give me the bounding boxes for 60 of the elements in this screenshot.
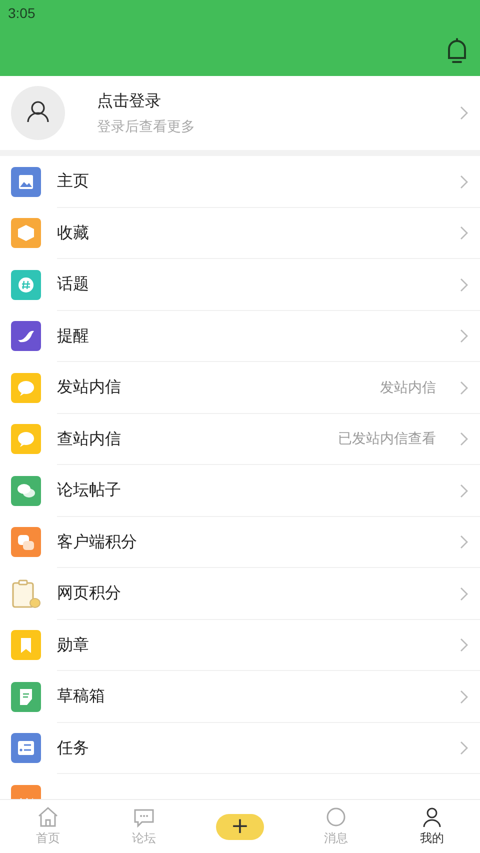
chevron-icon bbox=[460, 226, 468, 240]
chevron-icon bbox=[460, 380, 468, 395]
chevron-icon bbox=[460, 278, 468, 292]
checklist-icon bbox=[11, 733, 41, 764]
menu-label: 客户端积分 bbox=[57, 532, 138, 553]
chat-bubble-icon bbox=[11, 372, 41, 403]
menu-item[interactable]: 草稿箱 bbox=[0, 671, 480, 722]
hashtag-bubble-icon bbox=[11, 270, 41, 300]
menu-item[interactable]: 查站内信 已发站内信查看 bbox=[0, 414, 480, 465]
chevron-icon bbox=[460, 690, 468, 704]
menu-item[interactable]: 收藏 bbox=[0, 208, 480, 259]
menu-item[interactable]: 提醒 bbox=[0, 310, 480, 362]
menu-item[interactable]: 客户端积分 bbox=[0, 516, 480, 568]
bell-icon[interactable] bbox=[446, 38, 468, 64]
chevron-icon bbox=[460, 535, 468, 550]
status-time: 3:05 bbox=[8, 5, 36, 21]
nav-tab[interactable]: 我的 bbox=[420, 806, 444, 847]
avatar-icon[interactable] bbox=[11, 86, 65, 140]
chevron-icon bbox=[460, 484, 468, 498]
home-icon bbox=[36, 806, 60, 828]
menu-label: 发站内信 bbox=[57, 377, 122, 398]
menu-item[interactable]: 发站内信 发站内信 bbox=[0, 362, 480, 414]
menu-note: 已发站内信查看 bbox=[338, 430, 436, 448]
menu-label: 网页积分 bbox=[57, 583, 122, 604]
menu-item[interactable]: 论坛帖子 bbox=[0, 465, 480, 516]
coins-icon bbox=[11, 527, 41, 558]
menu-item[interactable]: 勋章 bbox=[0, 620, 480, 671]
chevron-icon bbox=[460, 432, 468, 446]
menu-label: 提醒 bbox=[57, 326, 90, 347]
menu-label: 收藏 bbox=[57, 222, 90, 244]
menu-label: 话题 bbox=[57, 274, 90, 296]
menu-item[interactable]: 网页积分 bbox=[0, 568, 480, 620]
chevron-icon bbox=[460, 329, 468, 344]
circle-icon bbox=[324, 806, 348, 828]
bookmark-icon bbox=[11, 630, 41, 660]
menu-item[interactable]: 主页 bbox=[0, 156, 480, 208]
menu-label: 勋章 bbox=[57, 634, 90, 656]
menu-label: 查站内信 bbox=[57, 428, 122, 450]
chevron-icon bbox=[460, 586, 468, 601]
menu-label: 主页 bbox=[57, 171, 90, 192]
login-title[interactable]: 点击登录 bbox=[97, 90, 452, 112]
chevron-icon bbox=[460, 741, 468, 756]
chat-bubbles-icon bbox=[11, 476, 41, 506]
menu-item[interactable]: 话题 bbox=[0, 259, 480, 310]
chevron-icon bbox=[460, 174, 468, 189]
add-button[interactable]: + bbox=[216, 814, 264, 840]
cube-icon bbox=[11, 218, 41, 248]
chevron-icon bbox=[460, 638, 468, 652]
menu-label: 任务 bbox=[57, 738, 90, 759]
login-subtitle: 登录后查看更多 bbox=[97, 118, 196, 136]
image-icon bbox=[11, 166, 41, 197]
menu-label: 草稿箱 bbox=[57, 686, 106, 708]
menu-label: 论坛帖子 bbox=[57, 480, 122, 502]
clipboard-icon bbox=[11, 578, 41, 609]
document-icon bbox=[11, 682, 41, 712]
bird-icon bbox=[11, 321, 41, 352]
chat-bubble-icon bbox=[11, 424, 41, 454]
menu-note: 发站内信 bbox=[380, 378, 436, 397]
chevron-icon bbox=[460, 106, 468, 120]
menu-item[interactable]: 任务 bbox=[0, 722, 480, 774]
